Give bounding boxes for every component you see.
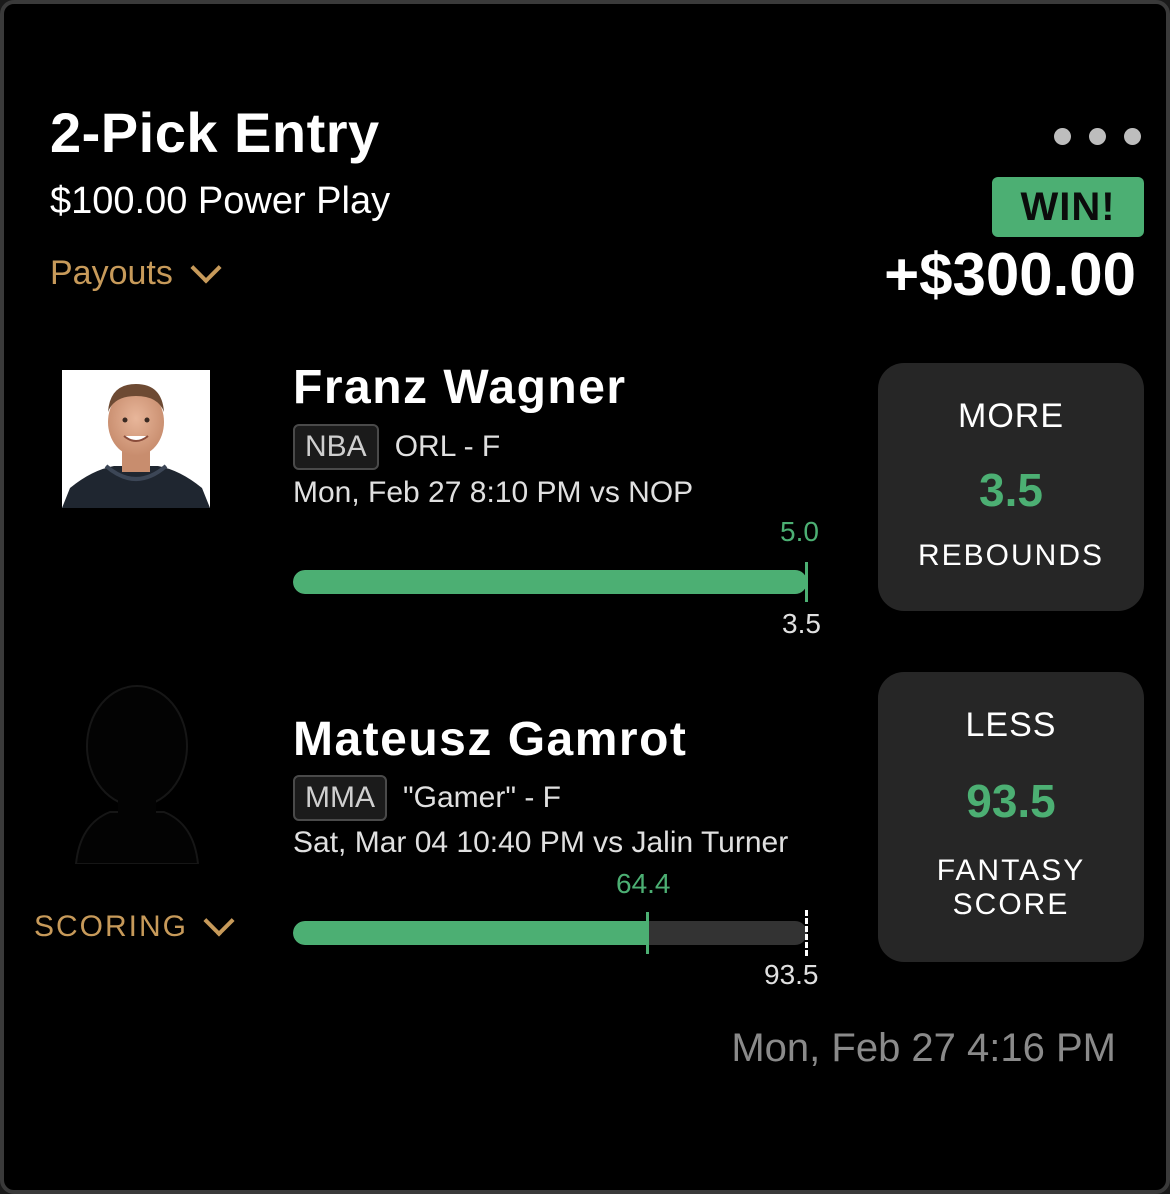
actual-value: 64.4 <box>616 868 671 899</box>
league-tag: MMA <box>293 775 387 821</box>
pick-line: 93.5 <box>966 775 1056 827</box>
player-meta: MMA "Gamer" - F <box>293 775 561 821</box>
pick-direction: MORE <box>958 397 1064 435</box>
league-tag: NBA <box>293 424 379 470</box>
payouts-label: Payouts <box>50 254 173 292</box>
progress-fill <box>293 570 807 594</box>
winnings-amount: +$300.00 <box>884 241 1136 308</box>
dot <box>1089 128 1106 145</box>
result-badge: WIN! <box>992 177 1144 237</box>
player-name: Franz Wagner <box>293 361 627 414</box>
chevron-down-icon <box>190 251 222 284</box>
pick-box[interactable]: LESS 93.5 FANTASY SCORE <box>878 672 1144 962</box>
line-value: 93.5 <box>764 959 819 990</box>
pick-stat-line: SCORE <box>952 888 1070 921</box>
scoring-label: SCORING <box>34 910 189 943</box>
player-silhouette-icon <box>60 684 214 865</box>
player-avatar <box>62 370 210 508</box>
pick-stat: REBOUNDS <box>917 539 1105 572</box>
entry-card: 2-Pick Entry $100.00 Power Play Payouts … <box>0 0 1170 1194</box>
line-marker <box>805 910 808 956</box>
dot <box>1124 128 1141 145</box>
progress-fill <box>293 921 648 945</box>
payouts-toggle[interactable]: Payouts <box>50 251 222 293</box>
pick-direction: LESS <box>965 706 1057 744</box>
progress-bar <box>293 570 807 594</box>
player-meta: NBA ORL - F <box>293 424 500 470</box>
pick-stat: FANTASY SCORE <box>878 854 1144 922</box>
line-marker <box>805 562 808 602</box>
actual-value: 5.0 <box>780 516 819 547</box>
more-dots-icon[interactable] <box>1054 128 1141 145</box>
scoring-toggle[interactable]: SCORING <box>34 905 235 944</box>
entry-subtitle: $100.00 Power Play <box>50 180 391 222</box>
actual-marker <box>646 912 650 954</box>
pick-line: 3.5 <box>979 464 1043 516</box>
player-name: Mateusz Gamrot <box>293 713 688 766</box>
chevron-down-icon <box>203 905 235 937</box>
game-time: Sat, Mar 04 10:40 PM vs Jalin Turner <box>293 826 789 859</box>
line-value: 3.5 <box>782 608 821 639</box>
entry-timestamp: Mon, Feb 27 4:16 PM <box>731 1026 1116 1070</box>
pick-box[interactable]: MORE 3.5 REBOUNDS <box>878 363 1144 611</box>
game-time: Mon, Feb 27 8:10 PM vs NOP <box>293 476 694 509</box>
pick-stat-line: FANTASY <box>936 854 1086 887</box>
entry-title: 2-Pick Entry <box>50 101 380 164</box>
dot <box>1054 128 1071 145</box>
team-position: ORL - F <box>394 430 501 463</box>
progress-bar <box>293 921 807 945</box>
team-position: "Gamer" - F <box>403 781 561 814</box>
